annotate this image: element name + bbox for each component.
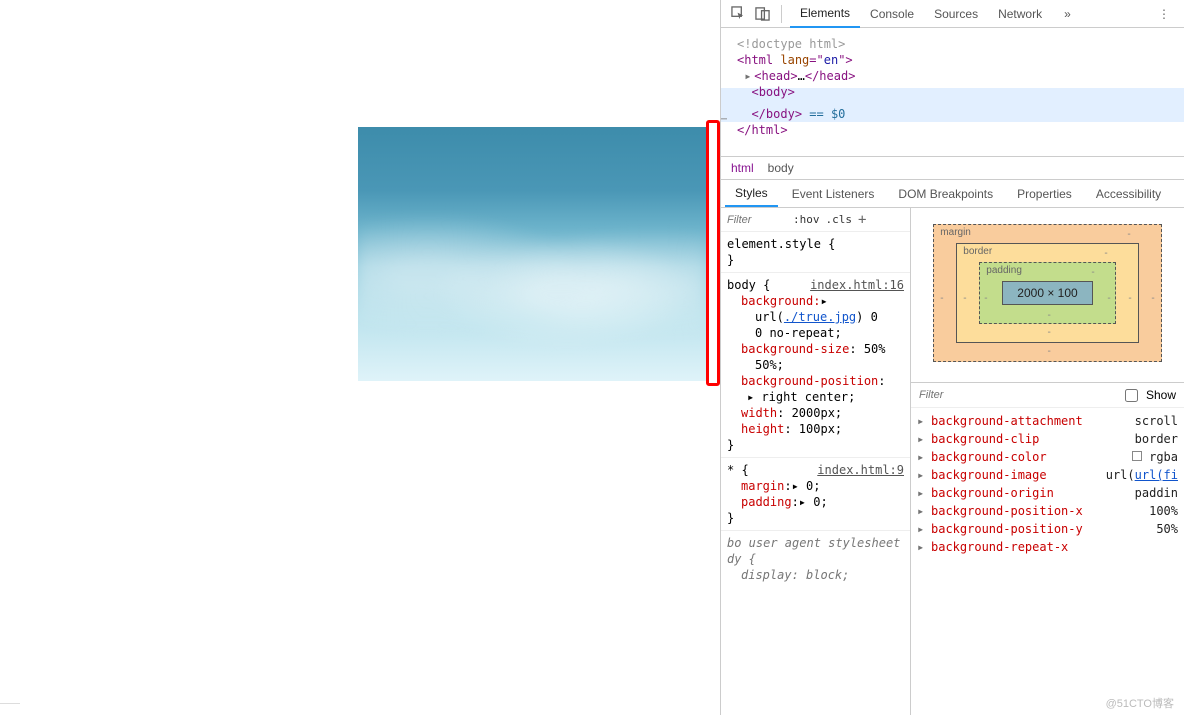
horizontal-scrollbar[interactable] [0, 703, 20, 715]
computed-row[interactable]: ▸background-color rgba [917, 448, 1178, 466]
styles-computed-split: :hov .cls + element.style {} index.html:… [721, 208, 1184, 715]
color-swatch-icon[interactable] [1132, 451, 1142, 461]
source-link[interactable]: index.html:16 [810, 277, 904, 293]
dom-html-open[interactable]: <html lang="en"> [737, 52, 1174, 68]
show-all-checkbox[interactable] [1125, 389, 1138, 402]
breadcrumb: html body [721, 156, 1184, 180]
source-link[interactable]: index.html:9 [817, 462, 904, 478]
computed-row[interactable]: ▸background-originpaddin [917, 484, 1178, 502]
tab-sources[interactable]: Sources [924, 0, 988, 28]
computed-filter-input[interactable] [919, 389, 1117, 401]
gutter-ellipsis: ⋯ [721, 112, 727, 128]
breadcrumb-body[interactable]: body [768, 161, 794, 175]
dom-body-open[interactable]: <body> [737, 84, 1174, 100]
tab-event-listeners[interactable]: Event Listeners [782, 180, 885, 207]
tab-network[interactable]: Network [988, 0, 1052, 28]
styles-filter-input[interactable] [727, 214, 787, 226]
new-style-rule-icon[interactable]: + [858, 212, 866, 228]
computed-row[interactable]: ▸background-clipborder [917, 430, 1178, 448]
dom-html-close[interactable]: </html> [737, 122, 1174, 138]
tabs-overflow-button[interactable]: » [1058, 7, 1077, 21]
dom-head[interactable]: ▸<head>…</head> [737, 68, 1174, 84]
dom-tree[interactable]: ⋯ <!doctype html> <html lang="en"> ▸<hea… [721, 28, 1184, 156]
user-agent-rule[interactable]: dy { display: block; [727, 551, 904, 583]
box-padding-label: padding [986, 265, 1022, 276]
computed-row[interactable]: ▸background-position-y50% [917, 520, 1178, 538]
styles-filter-bar: :hov .cls + [721, 208, 910, 232]
devtools-toolbar: Elements Console Sources Network » ⋮ [721, 0, 1184, 28]
cls-toggle[interactable]: .cls [826, 213, 853, 226]
computed-row[interactable]: ▸background-imageurl(url(fi [917, 466, 1178, 484]
computed-row[interactable]: ▸background-attachmentscroll [917, 412, 1178, 430]
computed-filter-bar: Show [911, 382, 1184, 408]
main-tabs: Elements Console Sources Network [790, 0, 1052, 28]
page-body-background [358, 127, 706, 381]
tab-accessibility[interactable]: Accessibility [1086, 180, 1171, 207]
element-style-rule[interactable]: element.style {} [727, 236, 904, 268]
computed-row[interactable]: ▸background-position-x100% [917, 502, 1178, 520]
show-all-label: Show [1146, 388, 1176, 402]
tab-elements[interactable]: Elements [790, 0, 860, 28]
box-border-label: border [963, 246, 992, 257]
computed-pane: margin - - - - border - - - - padding - [911, 208, 1184, 715]
tab-properties[interactable]: Properties [1007, 180, 1082, 207]
user-agent-rule-header: bo user agent stylesheet [727, 535, 904, 551]
body-rule[interactable]: index.html:16 body { background:▸ url(./… [727, 277, 904, 453]
watermark: @51CTO博客 [1106, 695, 1174, 711]
universal-rule[interactable]: index.html:9 * { margin:▸ 0; padding:▸ 0… [727, 462, 904, 526]
tab-styles[interactable]: Styles [725, 180, 778, 207]
computed-row[interactable]: ▸background-repeat-x [917, 538, 1178, 556]
toolbar-separator [781, 5, 782, 23]
box-margin-label: margin [940, 227, 971, 238]
box-content-size: 2000 × 100 [1002, 281, 1092, 305]
sidebar-tabs: Styles Event Listeners DOM Breakpoints P… [721, 180, 1184, 208]
device-toolbar-icon[interactable] [751, 3, 773, 25]
inspect-element-icon[interactable] [727, 3, 749, 25]
breadcrumb-html[interactable]: html [731, 161, 754, 175]
annotation-highlight-box [706, 120, 720, 386]
tab-console[interactable]: Console [860, 0, 924, 28]
styles-pane: :hov .cls + element.style {} index.html:… [721, 208, 911, 715]
dom-body-close[interactable]: </body> == $0 [737, 106, 1174, 122]
css-rules[interactable]: element.style {} index.html:16 body { ba… [721, 232, 910, 715]
more-menu-icon[interactable]: ⋮ [1150, 7, 1178, 21]
box-model[interactable]: margin - - - - border - - - - padding - [911, 208, 1184, 382]
tab-dom-breakpoints[interactable]: DOM Breakpoints [888, 180, 1003, 207]
dom-doctype[interactable]: <!doctype html> [737, 36, 1174, 52]
hov-toggle[interactable]: :hov [793, 213, 820, 226]
devtools-panel: Elements Console Sources Network » ⋮ ⋯ <… [720, 0, 1184, 715]
computed-properties[interactable]: ▸background-attachmentscroll ▸background… [911, 408, 1184, 715]
page-viewport: 贴着视口最右边，而不是画布最右边 [0, 0, 720, 715]
